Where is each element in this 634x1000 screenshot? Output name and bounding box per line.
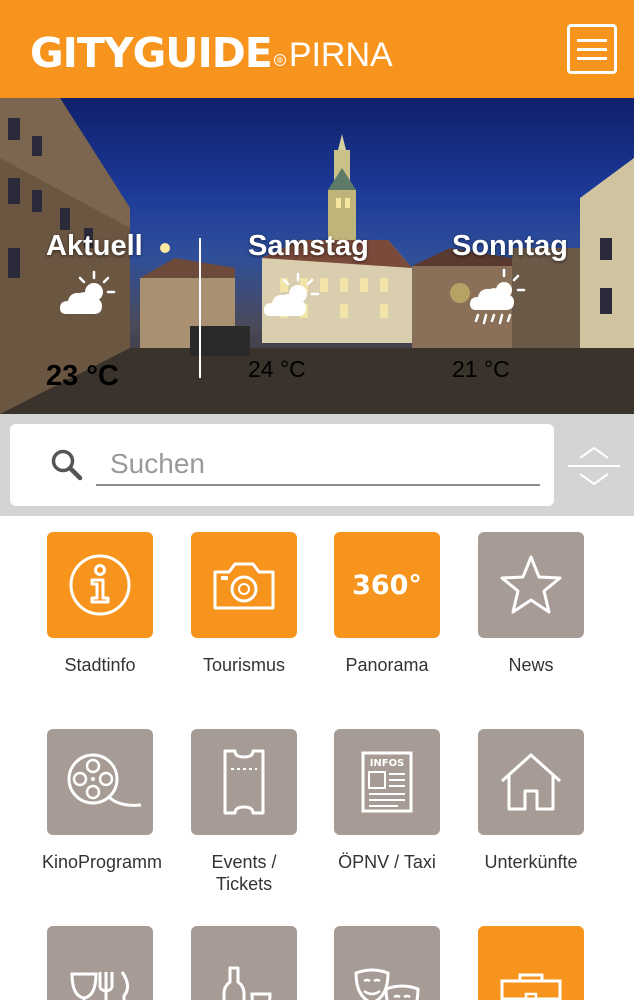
- expand-collapse-icon[interactable]: [566, 444, 622, 488]
- tile-label-kinoprogramm: KinoProgramm: [41, 852, 163, 872]
- weather-temp: 21 °C: [452, 356, 510, 382]
- partly-cloudy-icon: [264, 272, 320, 316]
- infos-board-icon: INFOS: [361, 751, 413, 813]
- wine-dining-icon: [70, 971, 129, 1000]
- tile-unterkuenfte[interactable]: [478, 729, 584, 835]
- tile-oepnv-taxi[interactable]: INFOS: [334, 729, 440, 835]
- weather-temp: 24 °C: [248, 356, 306, 382]
- infos-board-text: INFOS: [370, 758, 405, 769]
- house-icon: [500, 753, 562, 811]
- tile-label-news: News: [508, 655, 554, 675]
- tile-stadtinfo[interactable]: [47, 532, 153, 638]
- search-box: [10, 424, 554, 506]
- tile-label-panorama: Panorama: [345, 655, 429, 675]
- tile-gastronomie[interactable]: [47, 926, 153, 1000]
- film-reel-icon: [67, 753, 142, 807]
- panorama-360-icon: 360°: [352, 569, 422, 601]
- weather-divider: [199, 238, 201, 378]
- partly-cloudy-icon: [60, 270, 116, 314]
- registered-mark: ®: [273, 54, 286, 66]
- weather-saturday[interactable]: Samstag: [248, 230, 369, 263]
- tile-label-tourismus: Tourismus: [202, 655, 286, 675]
- logo-text: GITYGUIDE: [30, 29, 273, 77]
- star-icon: [500, 555, 562, 614]
- logo-city-name: PIRNA: [288, 36, 393, 74]
- tile-kultur[interactable]: [334, 926, 440, 1000]
- tile-label-stadtinfo: Stadtinfo: [64, 655, 136, 675]
- theater-masks-icon: [354, 968, 420, 1000]
- camera-icon: [213, 562, 275, 610]
- ticket-icon: [223, 749, 265, 815]
- tile-jobs[interactable]: [478, 926, 584, 1000]
- search-icon[interactable]: [50, 448, 84, 482]
- bottle-glass-icon: [222, 966, 272, 1000]
- search-bar: [0, 414, 634, 516]
- weather-current[interactable]: Aktuell: [46, 230, 143, 263]
- weather-day-label: Aktuell: [46, 230, 143, 262]
- tile-events-tickets[interactable]: [191, 729, 297, 835]
- tile-label-oepnv-taxi: ÖPNV / Taxi: [338, 852, 436, 872]
- hamburger-menu-button[interactable]: [567, 24, 617, 74]
- cityguide-logo[interactable]: GITYGUIDE ® PIRNA: [30, 26, 393, 74]
- tile-kinoprogramm[interactable]: [47, 729, 153, 835]
- tile-panorama[interactable]: 360°: [334, 532, 440, 638]
- tile-getraenke[interactable]: [191, 926, 297, 1000]
- tile-label-unterkuenfte: Unterkünfte: [484, 852, 578, 872]
- rain-cloud-icon: [470, 268, 526, 325]
- weather-sunday[interactable]: Sonntag: [452, 230, 568, 263]
- search-input[interactable]: [96, 444, 540, 486]
- weather-day-label: Sonntag: [452, 230, 568, 262]
- tile-tourismus[interactable]: [191, 532, 297, 638]
- tile-news[interactable]: [478, 532, 584, 638]
- tile-label-events-tickets: Events / Tickets: [211, 852, 277, 894]
- weather-temp: 23 °C: [46, 360, 119, 392]
- info-icon: [69, 554, 131, 616]
- app-header: GITYGUIDE ® PIRNA: [0, 0, 634, 98]
- hamburger-menu-icon: [577, 38, 607, 42]
- briefcase-icon: [500, 973, 562, 1000]
- weather-hero-banner: Aktuell 23 °C Samstag 24 °C Sonntag 21 °…: [0, 98, 634, 414]
- weather-day-label: Samstag: [248, 230, 369, 262]
